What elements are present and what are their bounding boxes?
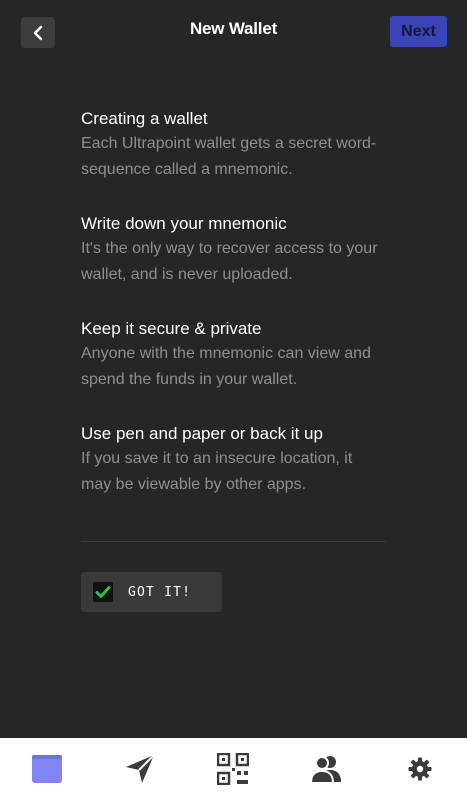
section-title: Creating a wallet (81, 109, 208, 128)
divider (81, 541, 386, 542)
bottom-nav (0, 738, 467, 800)
section-text: It's the only way to recover access to y… (81, 240, 378, 283)
nav-contacts[interactable] (297, 738, 357, 800)
nav-settings[interactable] (390, 738, 450, 800)
section-text: If you save it to an insecure location, … (81, 450, 353, 493)
send-icon (126, 754, 155, 783)
nav-send[interactable] (110, 738, 170, 800)
checkmark-icon (95, 586, 111, 598)
section-text: Anyone with the mnemonic can view and sp… (81, 345, 371, 388)
next-button[interactable]: Next (390, 16, 447, 47)
got-it-checkbox-button[interactable]: GOT IT! (81, 572, 222, 612)
nav-receive[interactable] (203, 738, 263, 800)
info-section: Write down your mnemonic It's the only w… (81, 213, 386, 288)
info-section: Use pen and paper or back it up If you s… (81, 423, 386, 498)
info-section: Creating a wallet Each Ultrapoint wallet… (81, 108, 386, 183)
checkbox[interactable] (93, 582, 113, 602)
section-title: Keep it secure & private (81, 319, 262, 338)
wallet-icon (32, 755, 62, 783)
info-section: Keep it secure & private Anyone with the… (81, 318, 386, 393)
contacts-icon (310, 756, 341, 784)
section-title: Write down your mnemonic (81, 214, 287, 233)
settings-icon (408, 757, 432, 781)
section-title: Use pen and paper or back it up (81, 424, 323, 443)
info-content: Creating a wallet Each Ultrapoint wallet… (81, 108, 386, 528)
nav-wallet[interactable] (17, 738, 77, 800)
qr-code-icon (217, 753, 249, 785)
section-text: Each Ultrapoint wallet gets a secret wor… (81, 135, 377, 178)
got-it-label: GOT IT! (128, 584, 192, 600)
header: New Wallet Next (0, 0, 467, 62)
